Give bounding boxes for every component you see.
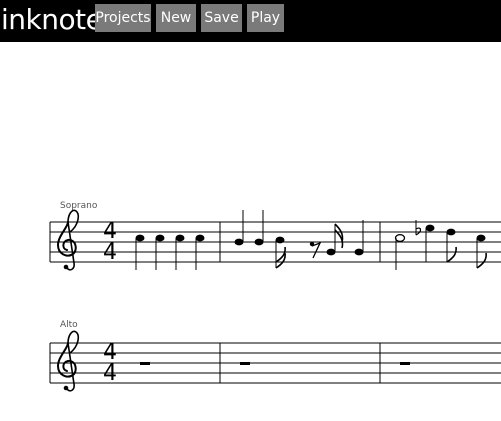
note[interactable]	[234, 210, 244, 246]
staff-label-alto: Alto	[60, 320, 78, 330]
time-signature-bottom: 4	[103, 361, 117, 386]
time-signature-bottom: 4	[103, 240, 117, 265]
measure-2[interactable]	[240, 362, 250, 365]
note[interactable]	[476, 234, 487, 269]
note[interactable]	[254, 210, 264, 246]
score-canvas[interactable]: Soprano 4 4 Alto 4 4	[0, 0, 501, 421]
measure-3[interactable]	[400, 362, 410, 365]
note[interactable]	[446, 228, 457, 263]
eighth-rest[interactable]	[309, 241, 322, 259]
staff-alto: Alto 4 4	[49, 320, 501, 392]
staff-label-soprano: Soprano	[60, 201, 98, 211]
measure-2[interactable]	[234, 210, 364, 269]
staff-soprano: Soprano 4 4	[49, 201, 501, 271]
staff-lines	[50, 342, 501, 384]
note[interactable]	[425, 224, 435, 262]
note[interactable]	[326, 223, 344, 256]
whole-rest[interactable]	[240, 362, 250, 365]
treble-clef-icon	[57, 330, 80, 392]
measure-1[interactable]	[140, 362, 150, 365]
note[interactable]	[354, 220, 364, 256]
whole-rest[interactable]	[140, 362, 150, 365]
treble-clef-icon	[57, 209, 80, 271]
whole-rest[interactable]	[400, 362, 410, 365]
